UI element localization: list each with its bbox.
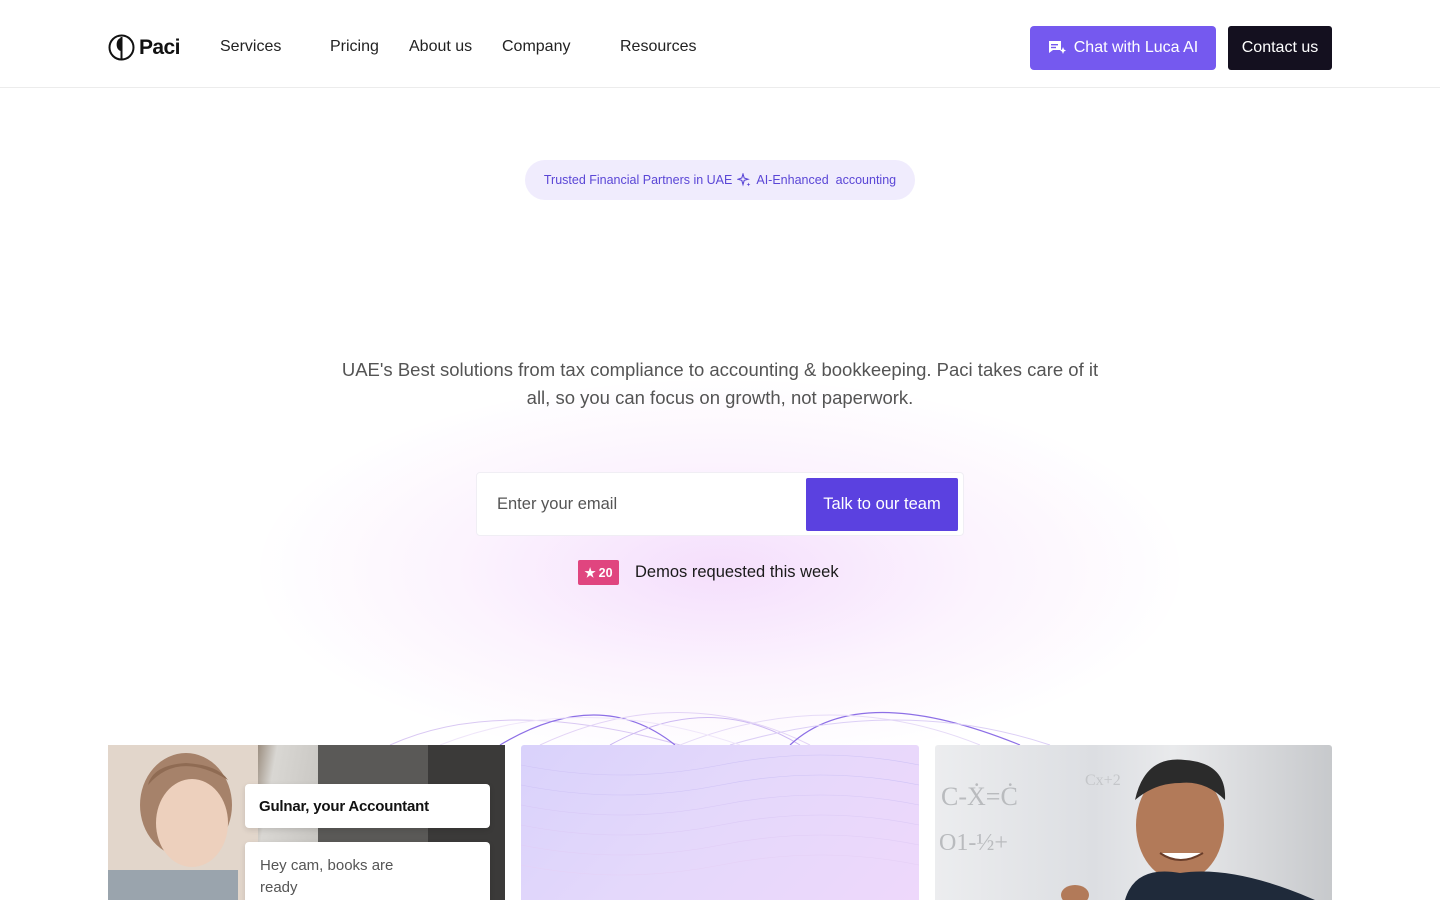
paci-logo-icon (108, 34, 135, 61)
nav-resources[interactable]: Resources (620, 38, 696, 56)
customer-photo: C-Ẋ=Ċ O1-½+ Cx+2 (939, 759, 1315, 900)
accountant-message-chip: Hey cam, books are ready (245, 842, 490, 900)
hero-subtitle: UAE's Best solutions from tax compliance… (341, 359, 1099, 408)
paci-logo[interactable]: Paci (108, 33, 180, 62)
svg-text:C-Ẋ=Ċ: C-Ẋ=Ċ (941, 782, 1018, 811)
demos-requested: ★ 20 Demos requested this week (578, 560, 839, 585)
gradient-feature-card (521, 745, 919, 900)
brand-name: Paci (139, 35, 180, 59)
star-icon: ★ (584, 566, 596, 580)
chat-with-luca-button[interactable]: Chat with Luca AI (1030, 26, 1216, 70)
demo-count: 20 (598, 565, 613, 580)
nav-services[interactable]: Services (220, 38, 281, 56)
contact-us-button[interactable]: Contact us (1228, 26, 1332, 70)
talk-to-our-team-button[interactable]: Talk to our team (806, 478, 958, 531)
nav-company[interactable]: Company (502, 38, 570, 56)
pill-text-accounting: accounting (835, 173, 897, 187)
nav-pricing[interactable]: Pricing (330, 38, 379, 56)
decorative-arcs (389, 711, 1051, 746)
demos-text: Demos requested this week (635, 563, 839, 581)
svg-text:Cx+2: Cx+2 (1085, 772, 1121, 789)
site-header: Paci Services Pricing About us Company R… (0, 0, 1440, 88)
svg-text:O1-½+: O1-½+ (939, 830, 1008, 856)
chat-with-luca-label: Chat with Luca AI (1073, 39, 1199, 56)
pill-text-ai-enhanced: AI-Enhanced (756, 173, 829, 187)
accountant-message-text: Hey cam, books are ready (260, 857, 394, 896)
pill-text-trusted: Trusted Financial Partners in UAE (543, 173, 733, 187)
email-signup-form: Talk to our team (476, 472, 964, 536)
accountant-name-chip: Gulnar, your Accountant (245, 784, 490, 828)
card-wave-pattern (521, 754, 919, 876)
chat-sparkle-icon (1048, 41, 1066, 54)
accountant-card: Gulnar, your Accountant Hey cam, books a… (108, 745, 505, 900)
nav-about-us[interactable]: About us (409, 38, 472, 56)
sparkle-icon (737, 173, 751, 187)
demo-count-badge: ★ 20 (578, 560, 619, 585)
trust-pill-badge: Trusted Financial Partners in UAE AI-Enh… (525, 160, 915, 200)
customer-photo-card: C-Ẋ=Ċ O1-½+ Cx+2 (935, 745, 1332, 900)
email-input[interactable] (478, 474, 798, 534)
